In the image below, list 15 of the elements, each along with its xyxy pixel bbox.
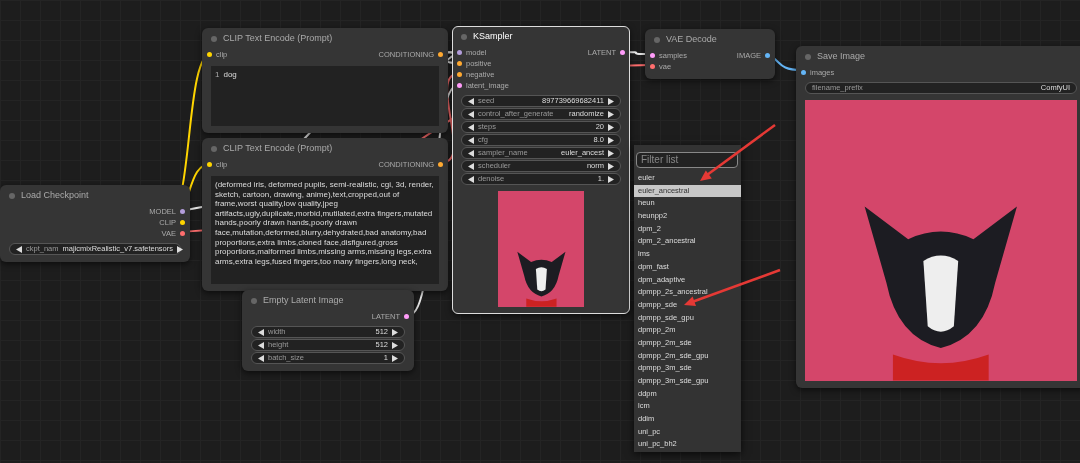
- node-title: VAE Decode: [666, 33, 717, 47]
- node-title: Empty Latent Image: [263, 294, 344, 308]
- decrement-arrow-icon[interactable]: [16, 245, 22, 253]
- line-number: 1: [215, 70, 220, 81]
- node-title: CLIP Text Encode (Prompt): [223, 32, 333, 46]
- prompt-text: (deformed iris, deformed pupils, semi-realistic, cgi, 3d, render, sketch, cartoon, drawing, anime),text,cropped,out of frame,worst quality,low quality,jpeg artifacts,ugly,duplicate,morbid,mutilated,extra fingers,mutated hands,poorly drawn hands,poorly drawn face,mutation,deformed,blurry,dehydrated,bad anatomy,bad proportions,extra limbs,cloned face,disfigured,gross proportions,malformed limbs,missing arms,missing legs,extra arms,extra legs,fused fingers,too many fingers,long neck,: [215, 180, 435, 268]
- node-title: CLIP Text Encode (Prompt): [223, 142, 333, 156]
- node-title: KSampler: [473, 30, 513, 44]
- node-title: Save Image: [817, 50, 866, 64]
- prompt-text: dog: [223, 70, 237, 81]
- increment-arrow-icon[interactable]: [177, 245, 183, 253]
- graph-node[interactable]: [202, 138, 448, 291]
- prompt-textarea[interactable]: 1 dog: [211, 66, 439, 126]
- filter-input[interactable]: Filter list: [636, 151, 738, 168]
- node-title: Load Checkpoint: [21, 189, 89, 203]
